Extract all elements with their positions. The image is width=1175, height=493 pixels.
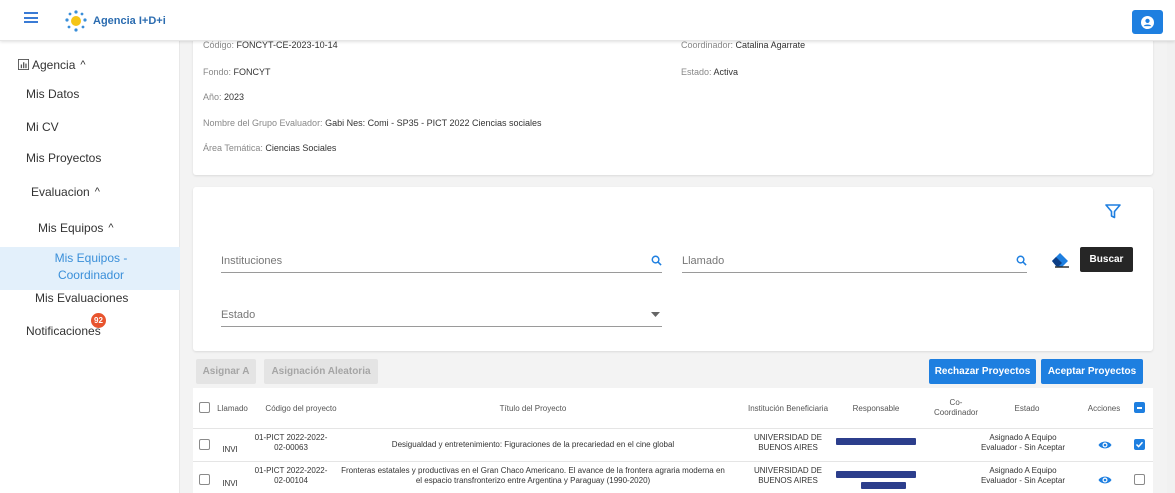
sidebar-item-label: Notificaciones xyxy=(26,324,101,338)
cell-institucion: UNIVERSIDAD DE BUENOS AIRES xyxy=(753,433,822,452)
sidebar-item-label: Evaluacion xyxy=(31,185,90,199)
sidebar-item-mis-evaluaciones[interactable]: Mis Evaluaciones xyxy=(35,291,128,305)
asignacion-aleatoria-button[interactable]: Asignación Aleatoria xyxy=(264,359,378,384)
redacted-responsable xyxy=(836,471,916,478)
estado-value: Activa xyxy=(713,67,739,77)
anio-line: Año: 2023 xyxy=(203,92,245,102)
cell-codigo: 01-PICT 2022-2022- 02-00063 xyxy=(254,433,328,452)
row-divider xyxy=(193,428,1153,429)
coordinador-value: Catalina Agarrate xyxy=(735,40,806,50)
brand-name: Agencia I+D+i xyxy=(93,15,166,27)
estado-placeholder: Estado xyxy=(221,309,256,321)
chevron-up-icon: ^ xyxy=(108,222,114,234)
col-acciones: Acciones xyxy=(1087,404,1121,413)
redacted-responsable xyxy=(836,438,916,445)
asignar-button[interactable]: Asignar A xyxy=(196,359,256,384)
team-info-card: Código: FONCYT-CE-2023-10-14 Coordinador… xyxy=(193,35,1153,175)
buscar-button[interactable]: Buscar xyxy=(1080,247,1133,272)
rechazar-proyectos-button[interactable]: Rechazar Proyectos xyxy=(929,359,1036,384)
grupo-line: Nombre del Grupo Evaluador: Gabi Nes: Co… xyxy=(203,118,542,128)
cell-titulo: Desigualdad y entretenimiento: Figuracio… xyxy=(391,440,675,449)
dashboard-icon xyxy=(18,59,29,70)
cell-codigo: 01-PICT 2022-2022- 02-00104 xyxy=(254,466,328,485)
chevron-up-icon: ^ xyxy=(94,186,100,198)
notification-count-badge: 92 xyxy=(91,313,106,328)
sidebar-item-label: Mi CV xyxy=(26,120,59,134)
cell-llamado: INVI xyxy=(222,479,238,488)
estado-select[interactable]: Estado xyxy=(221,302,662,327)
area-value: Ciencias Sociales xyxy=(265,143,337,153)
cell-llamado: INVI xyxy=(222,445,238,454)
account-icon xyxy=(1141,15,1154,29)
sidebar-item-mi-cv[interactable]: Mi CV xyxy=(26,120,59,134)
grupo-value: Gabi Nes: Comi - SP35 - PICT 2022 Cienci… xyxy=(325,118,542,128)
app-bar: Agencia I+D+i xyxy=(0,0,1175,41)
sidebar-item-label: Mis Proyectos xyxy=(26,151,102,165)
cell-estado: Asignado A Equipo Evaluador - Sin Aceptar xyxy=(980,466,1066,485)
anio-value: 2023 xyxy=(224,92,245,102)
check-icon xyxy=(1135,441,1144,448)
search-icon[interactable] xyxy=(651,255,662,266)
estado-line: Estado: Activa xyxy=(681,67,739,77)
select-all-checkbox[interactable] xyxy=(199,402,210,413)
chevron-up-icon: ^ xyxy=(80,59,86,71)
sidebar-item-label: Agencia xyxy=(32,58,76,72)
sidebar-item-label: Mis Evaluaciones xyxy=(35,291,129,305)
codigo-line: Código: FONCYT-CE-2023-10-14 xyxy=(203,40,338,50)
sidebar-item-label: Mis Equipos xyxy=(38,221,104,235)
sidebar-item-mis-equipos[interactable]: Mis Equipos ^ xyxy=(38,221,114,235)
row-checkbox[interactable] xyxy=(199,439,210,450)
col-institucion: Institución Beneficiaria xyxy=(747,404,829,413)
filter-icon[interactable] xyxy=(1105,204,1121,219)
select-all-indeterminate-checkbox[interactable] xyxy=(1134,402,1145,413)
page-scrollbar[interactable] xyxy=(1167,41,1175,493)
sidebar-item-mis-equipos-coordinador[interactable]: Mis Equipos - Coordinador xyxy=(0,250,140,284)
row-checkbox[interactable] xyxy=(199,474,210,485)
llamado-input[interactable]: Llamado xyxy=(682,247,1027,273)
row-checkbox[interactable] xyxy=(1134,474,1145,485)
eye-icon[interactable] xyxy=(1098,475,1112,485)
cell-estado: Asignado A Equipo Evaluador - Sin Aceptar xyxy=(980,433,1066,452)
col-responsable: Responsable xyxy=(852,404,900,413)
instituciones-input[interactable]: Instituciones xyxy=(221,247,662,273)
cell-titulo: Fronteras estatales y productivas en el … xyxy=(341,466,725,485)
llamado-placeholder: Llamado xyxy=(682,255,725,267)
cell-institucion: UNIVERSIDAD DE BUENOS AIRES xyxy=(753,466,822,485)
projects-table: Llamado Código del proyecto Título del P… xyxy=(193,388,1153,493)
coordinador-line: Coordinador: Catalina Agarrate xyxy=(681,40,806,50)
eraser-icon[interactable] xyxy=(1051,251,1071,268)
row-checkbox-checked[interactable] xyxy=(1134,439,1145,450)
sidebar: Agencia ^ Mis Datos Mi CV Mis Proyectos E… xyxy=(0,41,180,493)
sidebar-item-notificaciones[interactable]: Notificaciones xyxy=(26,324,101,338)
area-line: Área Temática: Ciencias Sociales xyxy=(203,143,337,153)
aceptar-proyectos-button[interactable]: Aceptar Proyectos xyxy=(1041,359,1143,384)
col-cocoordinador: Co- Coordinador xyxy=(933,398,979,417)
search-icon[interactable] xyxy=(1016,255,1027,266)
sidebar-item-mis-proyectos[interactable]: Mis Proyectos xyxy=(26,151,101,165)
fondo-value: FONCYT xyxy=(233,67,271,77)
col-llamado: Llamado xyxy=(217,404,248,413)
agencia-logo-icon xyxy=(65,10,87,32)
sidebar-item-agencia[interactable]: Agencia ^ xyxy=(18,58,86,72)
row-divider xyxy=(193,461,1153,462)
sidebar-item-label: Mis Datos xyxy=(26,87,80,101)
menu-icon[interactable] xyxy=(24,12,38,23)
col-titulo: Título del Proyecto xyxy=(499,404,567,413)
codigo-value: FONCYT-CE-2023-10-14 xyxy=(236,40,338,50)
redacted-responsable xyxy=(861,482,906,489)
fondo-line: Fondo: FONCYT xyxy=(203,67,271,77)
sidebar-item-evaluacion[interactable]: Evaluacion ^ xyxy=(31,185,100,199)
instituciones-placeholder: Instituciones xyxy=(221,255,283,267)
eye-icon[interactable] xyxy=(1098,440,1112,450)
account-button[interactable] xyxy=(1132,10,1163,34)
col-estado: Estado xyxy=(1014,404,1040,413)
dropdown-arrow-icon xyxy=(651,312,660,317)
sidebar-item-mis-datos[interactable]: Mis Datos xyxy=(26,87,79,101)
